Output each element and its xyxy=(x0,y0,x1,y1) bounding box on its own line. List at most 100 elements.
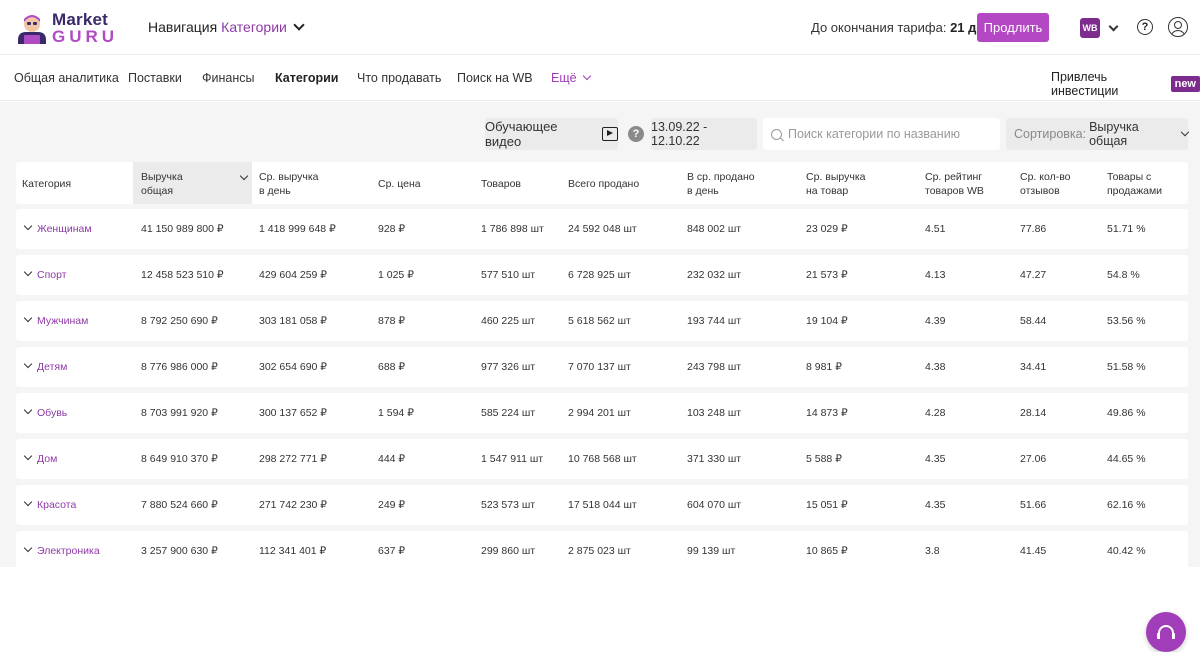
cell-revenue-total: 8 649 910 370 ₽ xyxy=(141,453,218,465)
expand-chevron-icon[interactable] xyxy=(23,267,33,277)
cell-avg-price: 688 ₽ xyxy=(378,361,406,373)
cell-revenue-total: 8 703 991 920 ₽ xyxy=(141,407,218,419)
tab-finance[interactable]: Финансы xyxy=(202,71,254,85)
col-products-with-sales[interactable]: Товары с продажами xyxy=(1107,170,1162,198)
cell-avg-revenue-day: 300 137 652 ₽ xyxy=(259,407,327,419)
marketplace-switch[interactable]: WB xyxy=(1080,18,1119,38)
cell-avg-rating: 4.38 xyxy=(925,361,946,373)
cell-avg-revenue-day: 302 654 690 ₽ xyxy=(259,361,327,373)
headset-icon xyxy=(1157,625,1175,639)
invest-link[interactable]: Привлечь инвестиции new xyxy=(1051,70,1200,98)
col-avg-reviews[interactable]: Ср. кол-во отзывов xyxy=(1020,170,1071,198)
wb-badge: WB xyxy=(1080,18,1100,38)
market-guru-logo[interactable]: Market GURU xyxy=(14,9,124,47)
cell-products: 299 860 шт xyxy=(481,545,536,557)
table-row[interactable]: Дом 8 649 910 370 ₽ 298 272 771 ₽ 444 ₽ 1 54… xyxy=(16,439,1188,479)
tab-categories[interactable]: Категории xyxy=(275,71,339,85)
col-avg-price[interactable]: Ср. цена xyxy=(378,177,421,191)
expand-chevron-icon[interactable] xyxy=(23,405,33,415)
cell-avg-sold-day: 848 002 шт xyxy=(687,223,742,235)
cell-avg-reviews: 51.66 xyxy=(1020,499,1047,511)
cell-total-sold: 17 518 044 шт xyxy=(568,499,637,511)
cell-avg-sold-day: 193 744 шт xyxy=(687,315,742,327)
cell-avg-price: 1 594 ₽ xyxy=(378,407,414,419)
cell-category[interactable]: Детям xyxy=(37,361,67,373)
training-video-button[interactable]: Обучающее видео xyxy=(485,118,618,150)
new-badge: new xyxy=(1170,76,1200,92)
cell-category[interactable]: Женщинам xyxy=(37,223,92,235)
table-row[interactable]: Обувь 8 703 991 920 ₽ 300 137 652 ₽ 1 594 ₽… xyxy=(16,393,1188,433)
tab-what-to-sell[interactable]: Что продавать xyxy=(357,71,441,85)
tab-supplies[interactable]: Поставки xyxy=(128,71,182,85)
cell-avg-reviews: 41.45 xyxy=(1020,545,1047,557)
col-total-sold[interactable]: Всего продано xyxy=(568,177,639,191)
cell-category[interactable]: Красота xyxy=(37,499,76,511)
col-avg-sold-day[interactable]: В ср. продано в день xyxy=(687,170,755,198)
question-icon[interactable]: ? xyxy=(628,126,644,142)
training-video-label: Обучающее видео xyxy=(485,119,558,149)
cell-total-sold: 10 768 568 шт xyxy=(568,453,637,465)
expand-chevron-icon[interactable] xyxy=(23,543,33,553)
cell-products: 460 225 шт xyxy=(481,315,536,327)
help-icon[interactable]: ? xyxy=(1137,19,1153,35)
cell-avg-revenue-day: 298 272 771 ₽ xyxy=(259,453,327,465)
cell-avg-revenue-day: 271 742 230 ₽ xyxy=(259,499,327,511)
cell-avg-revenue-day: 112 341 401 ₽ xyxy=(259,545,327,557)
cell-avg-sold-day: 99 139 шт xyxy=(687,545,736,557)
expand-chevron-icon[interactable] xyxy=(23,497,33,507)
col-avg-rating[interactable]: Ср. рейтинг товаров WB xyxy=(925,170,984,198)
cell-avg-sold-day: 243 798 шт xyxy=(687,361,742,373)
col-avg-revenue-product[interactable]: Ср. выручка на товар xyxy=(806,170,866,198)
categories-table: Категория Выручка общая Ср. выручка в де… xyxy=(16,162,1188,571)
prolong-button[interactable]: Продлить xyxy=(977,13,1049,42)
category-search-input[interactable] xyxy=(788,127,998,141)
tariff-text: До окончания тарифа: xyxy=(811,20,947,35)
col-category[interactable]: Категория xyxy=(22,177,71,191)
sort-value: Выручка общая xyxy=(1089,120,1139,148)
cell-revenue-total: 7 880 524 660 ₽ xyxy=(141,499,218,511)
cell-category[interactable]: Дом xyxy=(37,453,57,465)
support-chat-button[interactable] xyxy=(1146,612,1186,652)
table-row[interactable]: Женщинам 41 150 989 800 ₽ 1 418 999 648 ₽ 9… xyxy=(16,209,1188,249)
cell-total-sold: 24 592 048 шт xyxy=(568,223,637,235)
table-row[interactable]: Мужчинам 8 792 250 690 ₽ 303 181 058 ₽ 878 … xyxy=(16,301,1188,341)
tab-general-analytics[interactable]: Общая аналитика xyxy=(14,71,119,85)
expand-chevron-icon[interactable] xyxy=(23,221,33,231)
cell-revenue-total: 8 792 250 690 ₽ xyxy=(141,315,218,327)
cell-category[interactable]: Обувь xyxy=(37,407,67,419)
table-header: Категория Выручка общая Ср. выручка в де… xyxy=(16,162,1188,204)
sort-chevron-icon xyxy=(239,171,249,181)
col-revenue-total[interactable]: Выручка общая xyxy=(141,170,183,198)
col-products[interactable]: Товаров xyxy=(481,177,521,191)
tariff-info: До окончания тарифа: 21 день xyxy=(811,20,999,35)
cell-avg-price: 928 ₽ xyxy=(378,223,406,235)
table-row[interactable]: Электроника 3 257 900 630 ₽ 112 341 401 ₽ 6… xyxy=(16,531,1188,571)
cell-avg-reviews: 28.14 xyxy=(1020,407,1047,419)
cell-avg-price: 249 ₽ xyxy=(378,499,406,511)
tab-more[interactable]: Ещё xyxy=(551,71,591,85)
cell-total-sold: 5 618 562 шт xyxy=(568,315,631,327)
category-search[interactable] xyxy=(763,118,1000,150)
expand-chevron-icon[interactable] xyxy=(23,451,33,461)
cell-products: 977 326 шт xyxy=(481,361,536,373)
cell-category[interactable]: Спорт xyxy=(37,269,67,281)
cell-category[interactable]: Мужчинам xyxy=(37,315,88,327)
cell-avg-reviews: 27.06 xyxy=(1020,453,1047,465)
table-row[interactable]: Детям 8 776 986 000 ₽ 302 654 690 ₽ 688 ₽ 97… xyxy=(16,347,1188,387)
tab-search-wb[interactable]: Поиск на WB xyxy=(457,71,533,85)
cell-category[interactable]: Электроника xyxy=(37,545,100,557)
cell-products: 1 786 898 шт xyxy=(481,223,544,235)
expand-chevron-icon[interactable] xyxy=(23,359,33,369)
cell-avg-revenue-product: 8 981 ₽ xyxy=(806,361,842,373)
cell-products: 585 224 шт xyxy=(481,407,536,419)
expand-chevron-icon[interactable] xyxy=(23,313,33,323)
sort-dropdown[interactable]: Сортировка: Выручка общая xyxy=(1006,118,1190,150)
cell-avg-revenue-product: 23 029 ₽ xyxy=(806,223,848,235)
table-row[interactable]: Спорт 12 458 523 510 ₽ 429 604 259 ₽ 1 025 … xyxy=(16,255,1188,295)
date-range-picker[interactable]: 13.09.22 - 12.10.22 xyxy=(651,118,757,150)
col-avg-revenue-day[interactable]: Ср. выручка в день xyxy=(259,170,319,198)
invest-label: Привлечь инвестиции xyxy=(1051,70,1119,98)
user-profile-icon[interactable] xyxy=(1168,17,1188,37)
table-row[interactable]: Красота 7 880 524 660 ₽ 271 742 230 ₽ 249 ₽… xyxy=(16,485,1188,525)
navigation-dropdown[interactable]: Навигация Категории xyxy=(148,19,305,35)
